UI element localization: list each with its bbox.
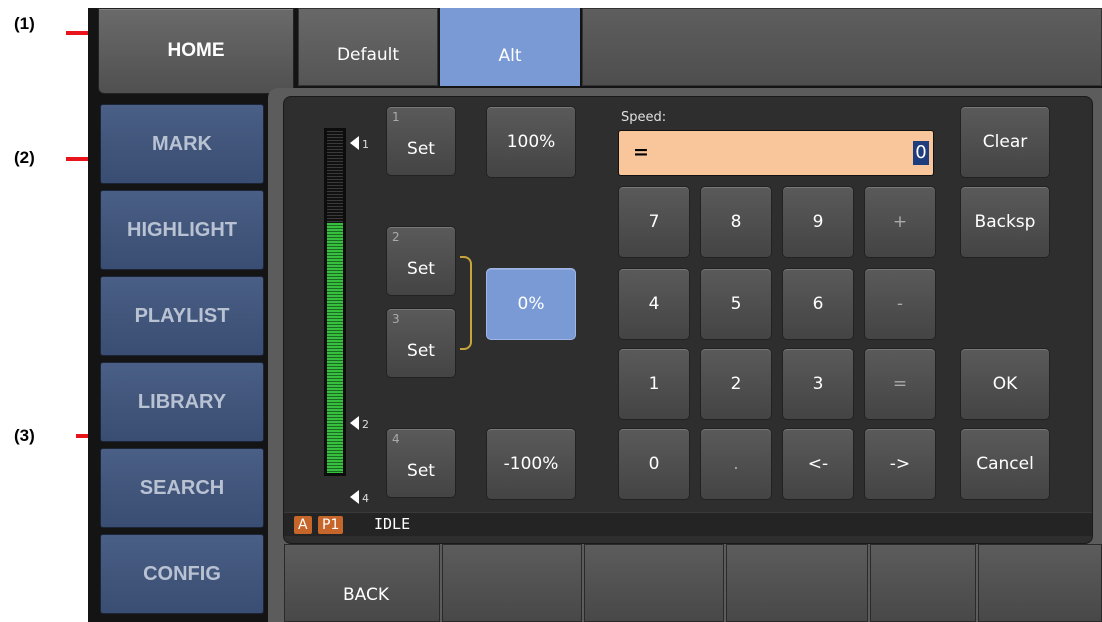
set-label: Set — [407, 259, 435, 279]
preset-0-button[interactable]: 0% — [486, 268, 576, 340]
tab-alt[interactable]: Alt — [440, 8, 580, 86]
key-dot[interactable]: . — [700, 428, 772, 500]
key-left[interactable]: <- — [782, 428, 854, 500]
key-9[interactable]: 9 — [782, 186, 854, 258]
bottom-slot-2[interactable] — [442, 544, 582, 622]
key-4[interactable]: 4 — [618, 268, 690, 340]
speed-cursor: 0 — [913, 141, 929, 165]
cancel-button[interactable]: Cancel — [960, 428, 1050, 500]
set-number: 2 — [392, 230, 400, 244]
key-right[interactable]: -> — [864, 428, 936, 500]
key-8[interactable]: 8 — [700, 186, 772, 258]
backspace-button[interactable]: Backsp — [960, 186, 1050, 258]
key-3[interactable]: 3 — [782, 348, 854, 420]
key-plus[interactable]: + — [864, 186, 936, 258]
status-bar: A P1 IDLE — [284, 512, 1092, 536]
set-button-3[interactable]: 3 Set — [386, 308, 456, 378]
set-button-2[interactable]: 2 Set — [386, 226, 456, 296]
bottom-slot-4[interactable] — [726, 544, 868, 622]
ok-button[interactable]: OK — [960, 348, 1050, 420]
speed-label: Speed: — [621, 110, 667, 125]
set-number: 4 — [392, 432, 400, 446]
player-badge: P1 — [318, 516, 344, 534]
clear-button[interactable]: Clear — [960, 106, 1050, 178]
set-button-4[interactable]: 4 Set — [386, 428, 456, 498]
set-label: Set — [407, 139, 435, 159]
key-6[interactable]: 6 — [782, 268, 854, 340]
bottom-slot-6[interactable] — [978, 544, 1102, 622]
sidebar-item-highlight[interactable]: HIGHLIGHT — [100, 190, 264, 270]
sidebar-item-search[interactable]: SEARCH — [100, 448, 264, 528]
key-1[interactable]: 1 — [618, 348, 690, 420]
app-screen: HOME Default Alt MARK HIGHLIGHT PLAYLIST… — [88, 8, 1102, 622]
callout-2: (2) — [14, 148, 35, 167]
marker-2-icon — [350, 416, 359, 430]
key-equals[interactable]: = — [864, 348, 936, 420]
key-0[interactable]: 0 — [618, 428, 690, 500]
callout-1: (1) — [14, 14, 35, 33]
key-5[interactable]: 5 — [700, 268, 772, 340]
back-label: BACK — [343, 585, 390, 605]
key-2[interactable]: 2 — [700, 348, 772, 420]
preset-100-button[interactable]: 100% — [486, 106, 576, 178]
key-minus[interactable]: - — [864, 268, 936, 340]
meter-inactive — [327, 131, 343, 223]
sidebar-item-mark[interactable]: MARK — [100, 104, 264, 184]
tab-empty — [582, 8, 1102, 86]
set-label: Set — [407, 341, 435, 361]
bottom-slot-3[interactable] — [584, 544, 724, 622]
callout-3: (3) — [14, 426, 35, 445]
channel-badge: A — [294, 516, 312, 534]
marker-4-label: 4 — [362, 492, 369, 505]
marker-1-icon — [350, 136, 359, 150]
meter-level — [327, 223, 343, 473]
set-number: 3 — [392, 312, 400, 326]
set-label: Set — [407, 461, 435, 481]
sidebar-item-playlist[interactable]: PLAYLIST — [100, 276, 264, 356]
home-tab[interactable]: HOME — [98, 8, 294, 94]
bottom-slot-5[interactable] — [870, 544, 976, 622]
marker-4-icon — [350, 490, 359, 504]
marker-2-label: 2 — [362, 418, 369, 431]
status-text: IDLE — [374, 515, 411, 533]
set-number: 1 — [392, 110, 400, 124]
marker-1-label: 1 — [362, 138, 369, 151]
set-button-1[interactable]: 1 Set — [386, 106, 456, 176]
speed-value: = — [633, 141, 649, 163]
preset-minus100-button[interactable]: -100% — [486, 428, 576, 500]
sidebar-item-config[interactable]: CONFIG — [100, 534, 264, 614]
sidebar-item-library[interactable]: LIBRARY — [100, 362, 264, 442]
speed-input[interactable]: = 0 — [618, 130, 934, 176]
key-7[interactable]: 7 — [618, 186, 690, 258]
bracket-icon — [460, 256, 472, 350]
back-button[interactable]: BACK — [284, 544, 440, 622]
tab-default[interactable]: Default — [298, 8, 438, 86]
